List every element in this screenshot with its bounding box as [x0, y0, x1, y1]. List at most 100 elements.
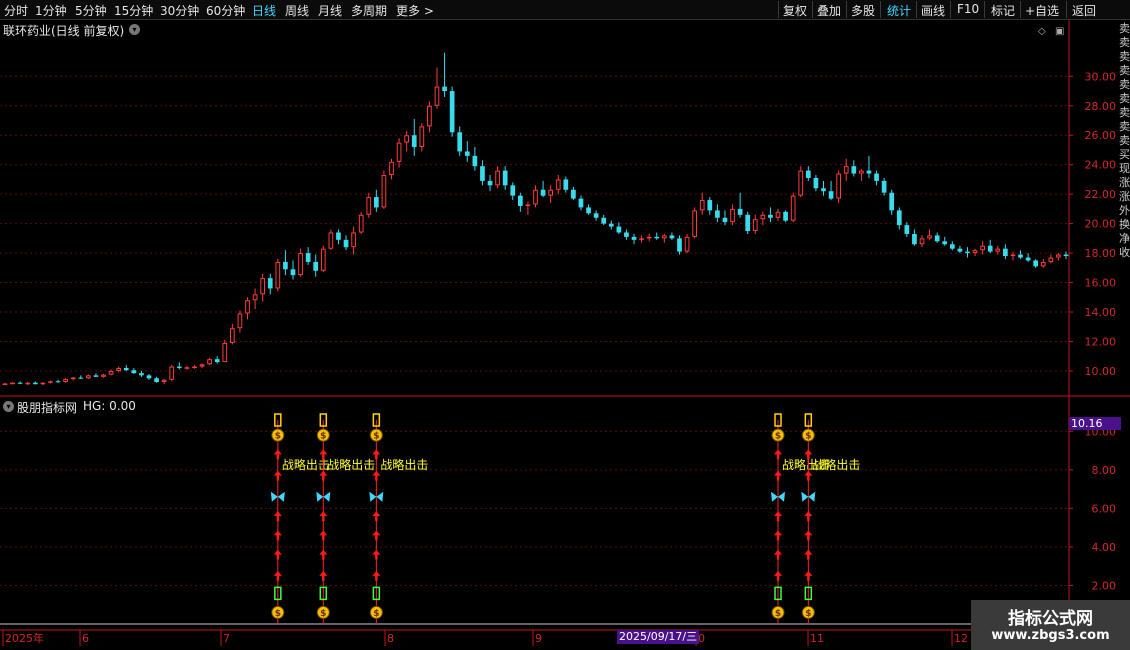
- candle-body-down: [805, 170, 811, 178]
- money-bag-glyph: $: [805, 432, 811, 442]
- candle-body-up: [995, 248, 1001, 252]
- candle-body-up: [1040, 261, 1046, 267]
- candle-body-down: [131, 370, 137, 374]
- y-tick-label: 16.00: [1085, 277, 1117, 290]
- red-up-arrow: [804, 511, 813, 522]
- candle-body-up: [775, 211, 781, 218]
- red-up-arrow: [273, 449, 282, 460]
- candle-body-up: [199, 364, 205, 367]
- red-up-arrow: [774, 449, 783, 460]
- candle-body-down: [123, 368, 129, 371]
- money-bag-glyph: $: [373, 432, 379, 442]
- red-up-arrow: [372, 570, 381, 581]
- red-up-arrow: [804, 570, 813, 581]
- last-value-badge: 10.16: [1069, 417, 1121, 430]
- y-tick-label: 12.00: [1085, 335, 1117, 348]
- candle-body-down: [510, 185, 516, 196]
- x-tick-label: 8: [387, 632, 394, 645]
- candle-body-down: [821, 188, 826, 192]
- candle-body-up: [237, 313, 243, 329]
- candle-body-down: [540, 189, 546, 196]
- candle-body-down: [1003, 248, 1008, 257]
- candle-body-up: [396, 142, 402, 162]
- candle-body-down: [866, 170, 872, 174]
- candle-body-down: [904, 225, 910, 234]
- red-up-arrow: [273, 549, 282, 560]
- candle-body-up: [351, 232, 356, 248]
- candle-body-up: [684, 236, 690, 252]
- y-tick-label: 10.00: [1085, 365, 1117, 378]
- candle-body-down: [290, 269, 296, 276]
- candle-body-up: [836, 173, 841, 199]
- candle-body-up: [1056, 254, 1061, 258]
- candle-body-up: [275, 261, 281, 289]
- candle-body-up: [184, 367, 190, 369]
- red-up-arrow: [319, 549, 328, 560]
- candle-body-up: [752, 219, 758, 231]
- candle-body-up: [101, 374, 106, 377]
- candle-body-up: [699, 200, 705, 211]
- candle-body-down: [283, 261, 288, 270]
- candle-body-down: [896, 210, 902, 226]
- red-up-arrow: [273, 511, 282, 522]
- candle-body-down: [737, 208, 743, 215]
- candle-body-up: [798, 170, 804, 196]
- candle-body-down: [677, 238, 682, 252]
- candle-body-down: [881, 180, 887, 193]
- candle-body-up: [730, 208, 735, 223]
- red-up-arrow: [774, 530, 783, 541]
- candle-body-down: [313, 261, 319, 271]
- candle-body-up: [48, 381, 53, 383]
- candle-body-up: [790, 195, 796, 221]
- x-tick-label: 11: [810, 632, 824, 645]
- red-up-arrow: [273, 530, 282, 541]
- red-up-arrow: [804, 530, 813, 541]
- red-up-arrow: [372, 511, 381, 522]
- candle-body-up: [646, 236, 652, 239]
- x-tick-label: 9: [535, 632, 542, 645]
- candle-body-down: [55, 381, 61, 383]
- red-up-arrow: [273, 570, 282, 581]
- candle-body-down: [669, 235, 675, 239]
- candle-body-down: [563, 179, 569, 190]
- red-up-arrow: [372, 470, 381, 481]
- red-up-arrow: [804, 470, 813, 481]
- grid-lines: [0, 75, 1069, 625]
- candle-body-up: [366, 197, 372, 215]
- candle-body-down: [214, 359, 220, 363]
- candle-body-down: [1063, 254, 1069, 257]
- candle-body-down: [267, 278, 273, 289]
- x-tick-label: 7: [223, 632, 230, 645]
- date-cursor-label: 2025/09/17/三: [617, 630, 700, 644]
- money-bag-glyph: $: [275, 609, 281, 619]
- red-up-arrow: [319, 511, 328, 522]
- candle-body-down: [154, 378, 159, 383]
- candle-body-down: [464, 151, 470, 156]
- candle-body-up: [1048, 257, 1054, 262]
- candle-body-up: [25, 382, 31, 385]
- money-bag-glyph: $: [775, 609, 781, 619]
- candle-body-down: [17, 382, 23, 384]
- candle-body-up: [427, 105, 432, 127]
- kline-chart[interactable]: $$战略出击$$战略出击$$战略出击$$战略出击$$战略出击 30.0028.0…: [0, 0, 1130, 650]
- candle-body-down: [502, 170, 508, 186]
- y-tick-label: 28.00: [1085, 100, 1117, 113]
- y-tick-label: 2.00: [1092, 579, 1117, 592]
- candle-body-up: [555, 179, 561, 190]
- x-tick-label: 2025年: [5, 631, 44, 645]
- red-up-arrow: [774, 470, 783, 481]
- candle-body-down: [32, 382, 38, 385]
- candle-body-up: [533, 189, 538, 205]
- red-up-arrow: [273, 470, 282, 481]
- red-up-arrow: [319, 570, 328, 581]
- candle-body-down: [768, 214, 773, 218]
- candle-body-down: [411, 135, 417, 148]
- candle-body-down: [624, 232, 629, 237]
- candle-body-down: [654, 236, 660, 239]
- candle-body-up: [192, 366, 197, 369]
- candle-body-up: [86, 375, 91, 379]
- candle-body-up: [927, 235, 932, 239]
- candle-body-down: [601, 217, 607, 224]
- candle-body-down: [93, 375, 99, 377]
- money-bag-glyph: $: [320, 432, 326, 442]
